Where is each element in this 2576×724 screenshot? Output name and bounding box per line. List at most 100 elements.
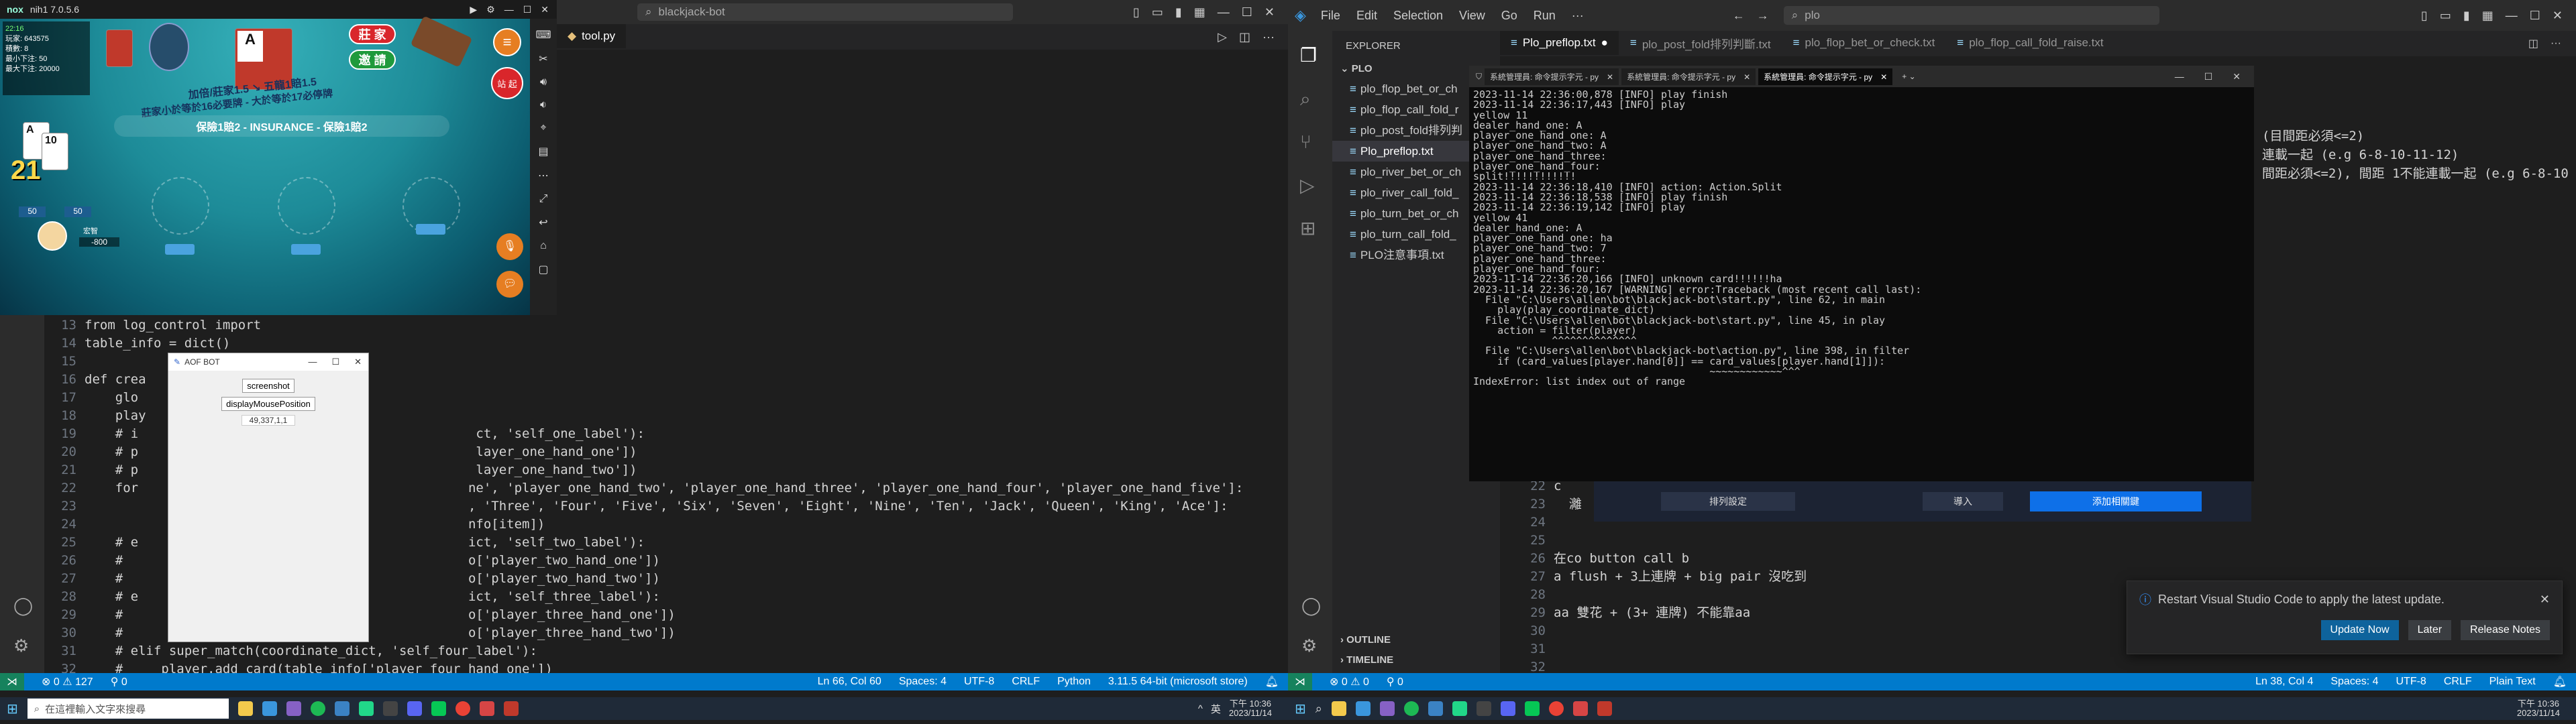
remote-icon[interactable]: ⋊ <box>1288 673 1312 690</box>
ime-lang[interactable]: 英 <box>1211 702 1221 716</box>
dealer-button[interactable]: 莊 家 <box>349 24 396 44</box>
editor-tab[interactable]: ≡ plo_post_fold排列判斷.txt <box>1619 31 1782 55</box>
location-icon[interactable]: ⌖ <box>540 122 546 134</box>
chat-button[interactable]: 💬︎ <box>496 271 523 298</box>
seat-marker-1[interactable] <box>165 244 195 255</box>
expand-icon[interactable]: ⤢ <box>539 193 548 205</box>
chrome-icon[interactable] <box>455 701 470 716</box>
eol-status[interactable]: CRLF <box>2444 676 2472 688</box>
max-icon[interactable]: ☐ <box>331 357 339 367</box>
grid-icon[interactable]: ▦ <box>2482 9 2493 23</box>
minimize-icon[interactable]: — <box>1218 5 1230 19</box>
cursor-position[interactable]: Ln 66, Col 60 <box>818 676 881 688</box>
close-icon[interactable]: ✕ <box>541 4 549 15</box>
minimize-icon[interactable]: — <box>2506 9 2518 23</box>
account-icon[interactable]: ◯ <box>13 595 33 616</box>
bell-icon[interactable]: 🔔︎ <box>1265 675 1288 688</box>
volume-up-icon[interactable]: 🔊︎ <box>540 76 547 88</box>
update-now-button[interactable]: Update Now <box>2320 620 2399 640</box>
terminal-icon[interactable] <box>382 701 398 716</box>
app2-icon[interactable] <box>1597 701 1612 716</box>
problems-count[interactable]: ⊗ 0 ⚠ 127 <box>42 675 93 688</box>
discord-icon[interactable] <box>407 701 422 716</box>
later-button[interactable]: Later <box>2408 620 2452 640</box>
terminal-output[interactable]: 2023-11-14 22:36:00,878 [INFO] play fini… <box>1469 87 2254 481</box>
gear-icon[interactable]: ⚙ <box>486 4 495 15</box>
max-icon[interactable]: ☐ <box>2204 71 2213 82</box>
terminal-tab[interactable]: 系統管理員: 命令提示字元 - py ✕ <box>1758 68 1893 85</box>
more-icon[interactable]: ··· <box>2551 38 2561 50</box>
remote-icon[interactable]: ⋊ <box>0 673 24 690</box>
editor-tab[interactable]: ≡ Plo_preflop.txt ● <box>1500 31 1619 55</box>
new-tab-icon[interactable]: + ⌄ <box>1895 72 1915 81</box>
back-icon[interactable]: ↩ <box>539 216 547 229</box>
terminal-icon[interactable] <box>1476 701 1491 716</box>
close-icon[interactable]: ✕ <box>1735 72 1750 82</box>
windows-start-icon[interactable]: ⊞ <box>7 701 18 717</box>
bell-icon[interactable]: 🔔︎ <box>2553 675 2576 688</box>
search-glass-icon[interactable]: ⌕ <box>1316 702 1322 716</box>
min-icon[interactable]: — <box>2175 71 2184 82</box>
chrome-icon[interactable] <box>1548 701 1564 716</box>
close-icon[interactable]: ✕ <box>1872 72 1887 82</box>
language-status[interactable]: Python <box>1057 676 1091 688</box>
right-search-box[interactable]: ⌕ plo <box>1783 6 2159 25</box>
explorer-icon[interactable]: ❐ <box>1300 44 1317 66</box>
right-editor-actions[interactable]: ◫ ··· <box>2528 31 2576 56</box>
settings-gear-icon[interactable]: ⚙ <box>13 636 29 656</box>
panel-icon[interactable]: ▭ <box>1152 5 1163 19</box>
problems-count[interactable]: ⊗ 0 ⚠ 0 <box>1330 675 1369 688</box>
maximize-icon[interactable]: ☐ <box>1242 5 1252 19</box>
spotify-icon[interactable] <box>1403 701 1419 716</box>
editor-tab[interactable]: ≡ plo_flop_bet_or_check.txt <box>1782 31 1947 55</box>
folder-icon[interactable]: ▤ <box>538 145 548 158</box>
nox-icon[interactable] <box>1572 701 1588 716</box>
stand-button[interactable]: 站 起 <box>491 67 523 99</box>
layout-icon[interactable]: ▯ <box>1133 5 1140 19</box>
screenshot-icon[interactable]: ✂ <box>539 52 547 66</box>
pycharm-icon[interactable] <box>1452 701 1467 716</box>
close-icon[interactable]: ✕ <box>2553 9 2563 23</box>
close-icon[interactable]: ✕ <box>1265 5 1275 19</box>
seat-marker-2[interactable] <box>291 244 321 255</box>
clock[interactable]: 下午 10:36 2023/11/14 <box>2517 699 2560 718</box>
screenshot-button[interactable]: screenshot <box>242 379 294 393</box>
close-icon[interactable]: ✕ <box>2233 71 2241 82</box>
panel-icon[interactable]: ▭ <box>2440 9 2451 23</box>
maximize-icon[interactable]: ☐ <box>2530 9 2540 23</box>
layout-controls[interactable]: ▯ ▭ ▮ ▦ — ☐ ✕ <box>1133 5 1288 19</box>
spotify-icon[interactable] <box>310 701 325 716</box>
terminal-tab[interactable]: 系統管理員: 命令提示字元 - py ✕ <box>1485 68 1619 85</box>
menu-item[interactable]: File <box>1321 9 1340 23</box>
seat-marker-3[interactable] <box>416 224 445 235</box>
account-icon[interactable]: ◯ <box>1301 595 1321 616</box>
sidebar-icon[interactable]: ▮ <box>2463 9 2470 23</box>
min-icon[interactable]: — <box>308 357 317 367</box>
indent-status[interactable]: Spaces: 4 <box>899 676 947 688</box>
menu-item[interactable]: Selection <box>1393 9 1443 23</box>
run-debug-icon[interactable]: ▷ <box>1300 174 1315 196</box>
close-icon[interactable]: ✕ <box>1599 72 1613 82</box>
display-mouse-position-button[interactable]: displayMousePosition <box>221 397 315 411</box>
menu-item[interactable]: Run <box>1534 9 1556 23</box>
app-icon[interactable] <box>334 701 350 716</box>
outline-section[interactable]: › OUTLINE <box>1340 634 1391 646</box>
volume-down-icon[interactable]: 🔉︎ <box>540 99 547 111</box>
tray-chevron-icon[interactable]: ^ <box>1198 703 1203 715</box>
discord-icon[interactable] <box>1500 701 1515 716</box>
grid-icon[interactable]: ▦ <box>1194 5 1205 19</box>
pycharm-icon[interactable] <box>358 701 374 716</box>
line-icon[interactable] <box>1524 701 1540 716</box>
eol-status[interactable]: CRLF <box>1012 676 1040 688</box>
panel-button-c[interactable]: 添加相關鍵 <box>2030 491 2202 511</box>
recent-icon[interactable]: ▢ <box>538 263 548 276</box>
aofbot-controls[interactable]: — ☐ ✕ <box>308 357 368 367</box>
windows-start-icon[interactable]: ⊞ <box>1295 701 1306 717</box>
menu-item[interactable]: ··· <box>1572 9 1584 23</box>
timeline-section[interactable]: › TIMELINE <box>1340 654 1393 666</box>
sidebar-icon[interactable]: ▮ <box>1175 5 1182 19</box>
language-status[interactable]: Plain Text <box>2489 676 2536 688</box>
interpreter-status[interactable]: 3.11.5 64-bit (microsoft store) <box>1108 676 1248 688</box>
bet-spot-1[interactable] <box>152 177 209 235</box>
right-window-controls[interactable]: ▯ ▭ ▮ ▦ — ☐ ✕ <box>2421 9 2576 23</box>
